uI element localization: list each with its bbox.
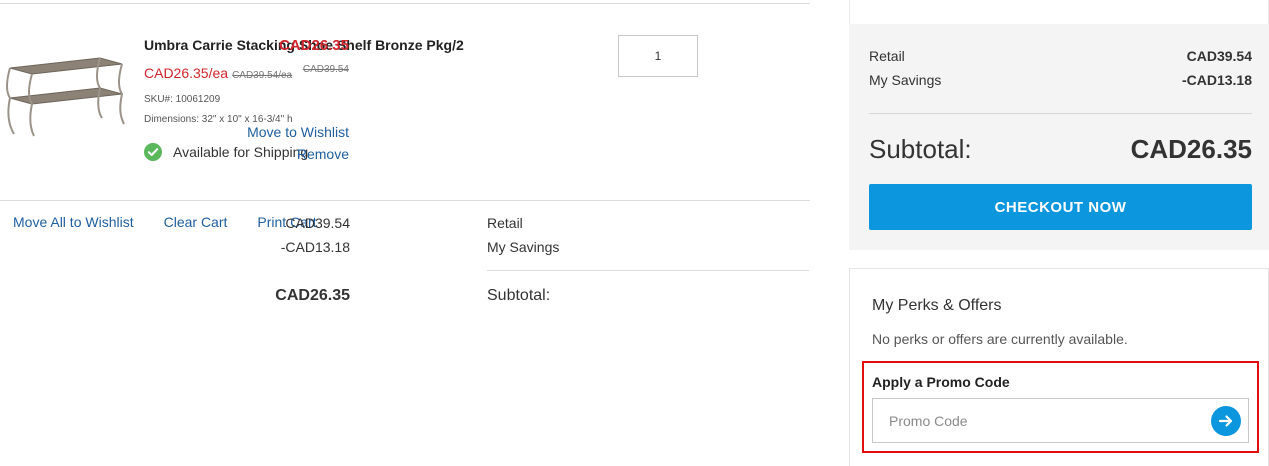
unit-price: CAD26.35/ea CAD39.54/ea [144, 65, 292, 81]
move-to-wishlist-link[interactable]: Move to Wishlist [247, 124, 349, 140]
divider [0, 200, 810, 201]
promo-code-input[interactable] [872, 398, 1249, 443]
product-sku: SKU#: 10061209 [144, 94, 221, 105]
clear-cart-link[interactable]: Clear Cart [164, 214, 228, 230]
divider [869, 113, 1252, 114]
perks-title: My Perks & Offers [872, 297, 1002, 314]
order-subtotal-label: Subtotal: [869, 134, 972, 164]
arrow-right-icon [1218, 415, 1233, 427]
order-retail-label: Retail [869, 48, 905, 64]
move-all-to-wishlist-link[interactable]: Move All to Wishlist [13, 214, 134, 230]
summary-subtotal-label: Subtotal: [487, 287, 551, 304]
perks-empty-message: No perks or offers are currently availab… [872, 331, 1128, 347]
order-savings-value: -CAD13.18 [1181, 72, 1252, 88]
remove-item-link[interactable]: Remove [297, 146, 349, 162]
summary-savings-label: My Savings [487, 239, 560, 255]
summary-retail-label: Retail [487, 215, 523, 231]
summary-retail-value: CAD39.54 [285, 215, 350, 231]
quantity-input[interactable] [618, 35, 698, 77]
checkout-now-button[interactable]: CHECKOUT NOW [869, 184, 1252, 230]
availability-label: Available for Shipping [173, 144, 309, 160]
line-total: CAD26.35 [278, 37, 349, 54]
unit-price-original: CAD39.54/ea [232, 70, 293, 81]
promo-submit-button[interactable] [1211, 406, 1241, 436]
order-summary-header [849, 0, 1269, 24]
summary-subtotal-value: CAD26.35 [275, 287, 350, 304]
product-image[interactable] [4, 52, 128, 138]
order-retail-value: CAD39.54 [1186, 48, 1252, 64]
check-circle-icon [144, 143, 162, 161]
line-total-original: CAD39.54 [302, 64, 349, 75]
order-subtotal-value: CAD26.35 [1130, 134, 1252, 164]
divider [0, 3, 810, 4]
availability-status: Available for Shipping [144, 143, 308, 161]
divider [487, 270, 809, 271]
summary-savings-value: -CAD13.18 [280, 239, 350, 255]
cart-items-section: Umbra Carrie Stacking Shoe Shelf Bronze … [0, 0, 810, 466]
promo-code-label: Apply a Promo Code [872, 374, 1010, 390]
unit-price-sale: CAD26.35/ea [144, 65, 229, 81]
order-savings-label: My Savings [869, 72, 942, 88]
